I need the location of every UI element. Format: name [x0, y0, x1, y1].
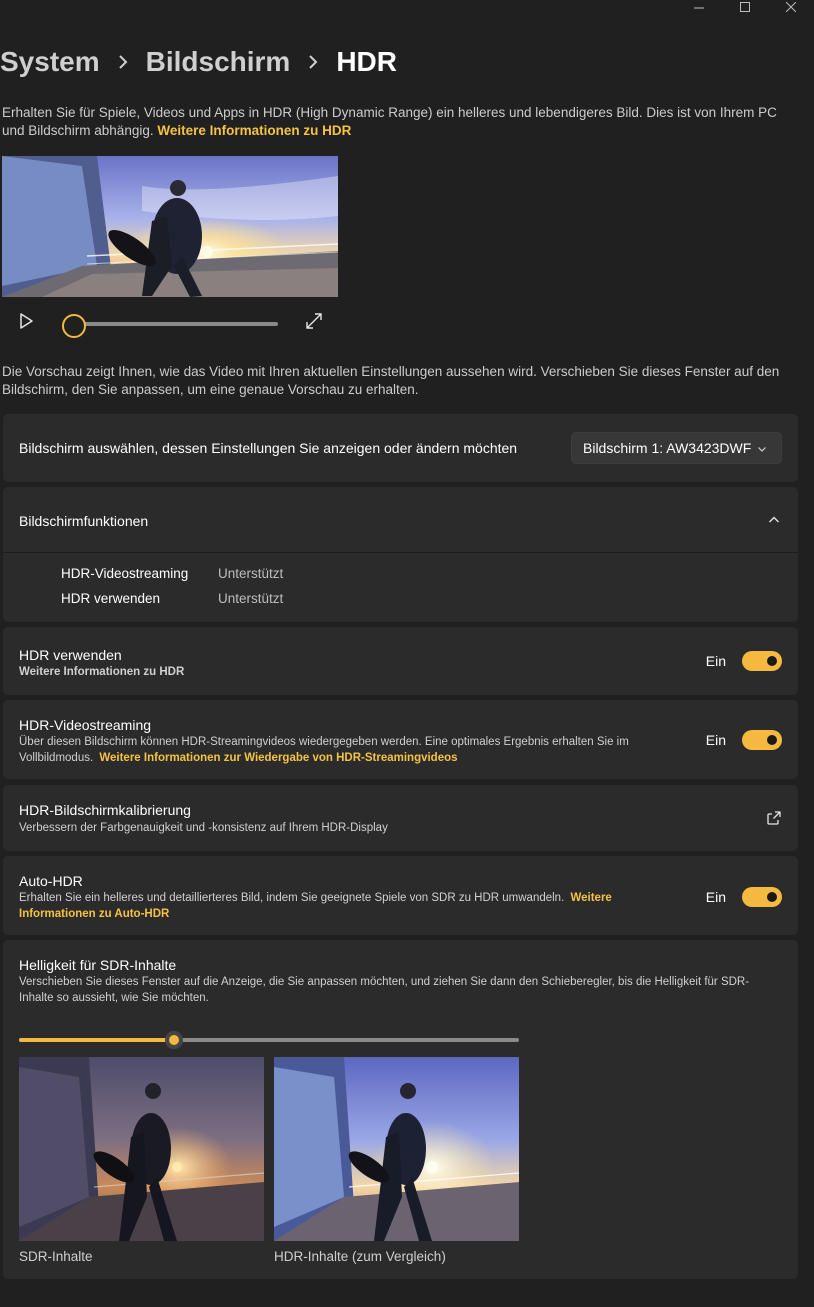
- auto-hdr-toggle-state: Ein: [705, 889, 726, 905]
- more-info-hdr-link[interactable]: Weitere Informationen zu HDR: [157, 123, 351, 138]
- chevron-up-icon: [769, 516, 779, 523]
- sdr-brightness-title: Helligkeit für SDR-Inhalte: [19, 957, 177, 973]
- capability-value: Unterstützt: [218, 591, 284, 606]
- maximize-button[interactable]: [722, 0, 768, 14]
- close-icon: [786, 2, 796, 12]
- breadcrumb-bildschirm[interactable]: Bildschirm: [146, 46, 291, 78]
- chevron-right-icon: [308, 55, 318, 69]
- video-progress-track[interactable]: [72, 322, 278, 326]
- video-player-controls: [0, 305, 340, 343]
- auto-hdr-toggle[interactable]: [742, 887, 782, 907]
- capability-name: HDR-Videostreaming: [61, 566, 189, 581]
- display-capabilities-card: Bildschirmfunktionen HDR-Videostreaming …: [3, 487, 798, 622]
- sdr-brightness-card: Helligkeit für SDR-Inhalte Verschieben S…: [3, 940, 798, 1279]
- hdr-content-image: [274, 1057, 519, 1241]
- sdr-content-image: [19, 1057, 264, 1241]
- maximize-icon: [740, 2, 750, 12]
- capability-name: HDR verwenden: [61, 591, 161, 606]
- hdr-streaming-title: HDR-Videostreaming: [19, 717, 152, 733]
- intro-description: Erhalten Sie für Spiele, Videos und Apps…: [2, 105, 777, 138]
- page-title: HDR: [336, 46, 397, 77]
- sdr-brightness-slider-track[interactable]: [19, 1038, 519, 1042]
- use-hdr-more-info-link[interactable]: Weitere Informationen zu HDR: [19, 664, 184, 680]
- display-dropdown[interactable]: Bildschirm 1: AW3423DWF: [571, 432, 782, 464]
- minimize-icon: [694, 7, 704, 9]
- display-select-label: Bildschirm auswählen, dessen Einstellung…: [19, 440, 518, 456]
- auto-hdr-toggle-group: Ein: [706, 887, 782, 907]
- hdr-streaming-toggle-state: Ein: [705, 732, 726, 748]
- sdr-brightness-slider-fill: [19, 1038, 174, 1042]
- hdr-video-preview: [2, 156, 338, 297]
- display-dropdown-value: Bildschirm 1: AW3423DWF: [583, 440, 752, 456]
- hdr-calibration-title: HDR-Bildschirmkalibrierung: [19, 802, 191, 818]
- window-controls: [676, 0, 814, 14]
- intro-text: Erhalten Sie für Spiele, Videos und Apps…: [2, 104, 802, 140]
- use-hdr-toggle-group: Ein: [706, 651, 782, 671]
- preview-image: [2, 156, 338, 297]
- auto-hdr-desc-text: Erhalten Sie ein helleres und detaillier…: [19, 892, 565, 904]
- hdr-streaming-card: HDR-Videostreaming Über diesen Bildschir…: [3, 700, 798, 779]
- breadcrumb: System Bildschirm HDR: [0, 46, 397, 78]
- display-capabilities-title: Bildschirmfunktionen: [19, 513, 149, 529]
- display-select-card: Bildschirm auswählen, dessen Einstellung…: [3, 414, 798, 482]
- display-capabilities-header[interactable]: Bildschirmfunktionen: [3, 487, 798, 553]
- close-button[interactable]: [768, 0, 814, 14]
- expand-icon: [306, 313, 322, 329]
- sdr-brightness-description: Verschieben Sie dieses Fenster auf die A…: [19, 976, 750, 1004]
- fullscreen-button[interactable]: [304, 311, 324, 331]
- hdr-streaming-toggle[interactable]: [742, 730, 782, 750]
- capability-row: HDR-Videostreaming Unterstützt: [61, 566, 283, 581]
- minimize-button[interactable]: [676, 0, 722, 14]
- sdr-brightness-slider-thumb[interactable]: [165, 1031, 183, 1049]
- open-external-icon: [767, 811, 781, 825]
- use-hdr-toggle-state: Ein: [705, 653, 726, 669]
- video-progress-thumb[interactable]: [62, 314, 86, 338]
- sdr-content-caption: SDR-Inhalte: [19, 1249, 93, 1264]
- auto-hdr-title: Auto-HDR: [19, 873, 83, 889]
- chevron-right-icon: [118, 55, 128, 69]
- use-hdr-card: HDR verwenden Weitere Informationen zu H…: [3, 627, 798, 695]
- capability-row: HDR verwenden Unterstützt: [61, 591, 283, 606]
- hdr-content-caption: HDR-Inhalte (zum Vergleich): [274, 1249, 446, 1264]
- chevron-down-icon: [758, 447, 766, 452]
- hdr-calibration-description: Verbessern der Farbgenauigkeit und -kons…: [19, 822, 388, 834]
- auto-hdr-description: Erhalten Sie ein helleres und detaillier…: [19, 890, 649, 922]
- preview-note: Die Vorschau zeigt Ihnen, wie das Video …: [2, 364, 780, 397]
- use-hdr-toggle[interactable]: [742, 651, 782, 671]
- hdr-streaming-toggle-group: Ein: [706, 730, 782, 750]
- hdr-streaming-description: Über diesen Bildschirm können HDR-Stream…: [19, 734, 689, 766]
- capability-value: Unterstützt: [218, 566, 284, 581]
- play-icon: [20, 313, 33, 329]
- auto-hdr-card: Auto-HDR Erhalten Sie ein helleres und d…: [3, 856, 798, 935]
- play-button[interactable]: [16, 311, 36, 331]
- hdr-calibration-card[interactable]: HDR-Bildschirmkalibrierung Verbessern de…: [3, 785, 798, 851]
- hdr-streaming-more-info-link[interactable]: Weitere Informationen zur Wiedergabe von…: [99, 752, 457, 764]
- breadcrumb-system[interactable]: System: [0, 46, 100, 78]
- use-hdr-title: HDR verwenden: [19, 647, 122, 663]
